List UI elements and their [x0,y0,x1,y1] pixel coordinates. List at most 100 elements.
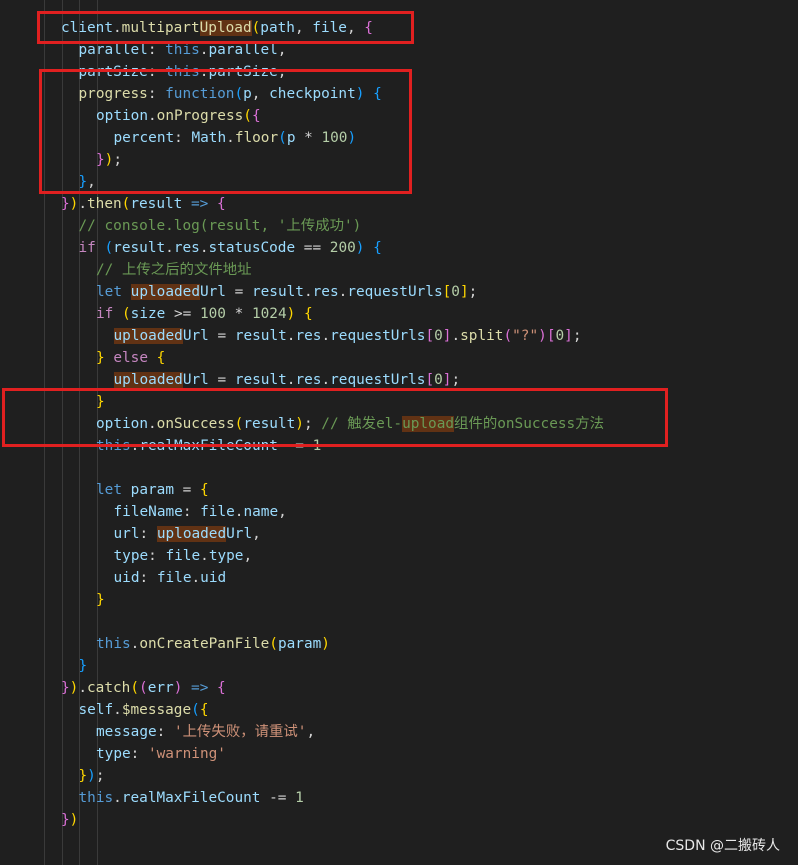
code-token: res [295,372,322,388]
code-token: Url [226,526,253,542]
code-token: ) [286,306,296,322]
code-token: $message [121,702,192,718]
code-token: partSize [208,64,278,80]
code-token: , [294,20,313,36]
code-token: ; [113,152,123,168]
code-token: ; [572,328,582,344]
code-token: ) [69,812,79,828]
code-token: uploaded [130,284,200,300]
code-token: ( [234,416,244,432]
code-token: => [191,680,209,696]
code-token: { [156,350,166,366]
indent-guide [44,0,45,865]
code-line: url: uploadedUrl, [114,523,261,545]
code-line: } else { [96,347,165,369]
code-token: realMaxFileCount [121,790,261,806]
code-token: let [96,482,122,498]
code-token: . [147,416,157,432]
code-line: let param = { [96,479,209,501]
code-token: uploaded [113,372,183,388]
code-token: [ [425,328,435,344]
code-token: 1 [312,438,322,454]
code-token: * [225,306,252,322]
code-token: ( [243,108,252,124]
code-token: res [173,240,200,256]
code-token: . [321,328,331,344]
code-token: p [243,86,252,102]
code-token: result [234,372,287,388]
code-token: res [295,328,322,344]
code-editor[interactable]: client.multipartUpload(path, file, {para… [0,0,798,865]
code-token: : [139,526,157,542]
code-token: : [147,86,166,102]
code-token: 0 [434,328,443,344]
code-token: uid [200,570,227,586]
code-token: : [156,724,174,740]
code-token: '上传失败，请重试' [173,724,307,740]
code-token: } [61,812,70,828]
code-token: result [130,196,183,212]
code-token: ; [95,768,105,784]
code-line: }); [96,149,122,171]
code-token: == [295,240,330,256]
code-token: client [61,20,113,36]
code-token: } [61,680,70,696]
code-token: ( [251,20,261,36]
code-token: } [78,768,88,784]
code-token: { [364,20,373,36]
code-token: . [338,284,348,300]
code-token: type [208,548,244,564]
code-token: . [303,284,313,300]
code-token: } [96,394,105,410]
code-token: . [78,680,88,696]
code-token: ( [269,636,278,652]
code-token: } [78,658,88,674]
code-token: url [113,526,140,542]
code-token: result [234,328,287,344]
code-token: uploaded [113,328,183,344]
code-token: => [191,196,209,212]
code-line: type: 'warning' [96,743,226,765]
code-token: . [199,240,209,256]
code-token: : [174,130,192,146]
code-line: }).catch((err) => { [61,677,226,699]
code-line: option.onProgress({ [96,105,261,127]
code-token: , [251,86,270,102]
code-line: // 上传之后的文件地址 [96,259,252,281]
code-token: . [113,790,122,806]
code-token: uid [113,570,140,586]
code-line: self.$message({ [79,699,209,721]
code-token: . [165,240,174,256]
code-token: "?" [512,328,539,344]
code-token: multipart [121,20,200,36]
code-token: realMaxFileCount [139,438,278,454]
code-line: this.realMaxFileCount -= 1 [96,435,321,457]
code-token: uploaded [156,526,227,542]
code-token: = [208,372,235,388]
code-token: 100 [321,130,348,146]
code-token: ( [191,702,200,718]
code-token: onSuccess [156,416,235,432]
code-token: percent [113,130,175,146]
code-line: fileName: file.name, [114,501,287,523]
code-token: , [87,174,96,190]
code-token: floor [234,130,279,146]
code-token: ( [234,86,244,102]
code-line: } [79,655,88,677]
code-token: path [260,20,295,36]
code-token: this [165,42,200,58]
code-token: , [346,20,365,36]
code-token: this [96,438,131,454]
indent-guide [62,0,63,865]
code-token: . [78,196,88,212]
code-token: self [78,702,114,718]
csdn-watermark: CSDN @二搬砖人 [665,838,780,854]
code-line: }, [79,171,96,193]
